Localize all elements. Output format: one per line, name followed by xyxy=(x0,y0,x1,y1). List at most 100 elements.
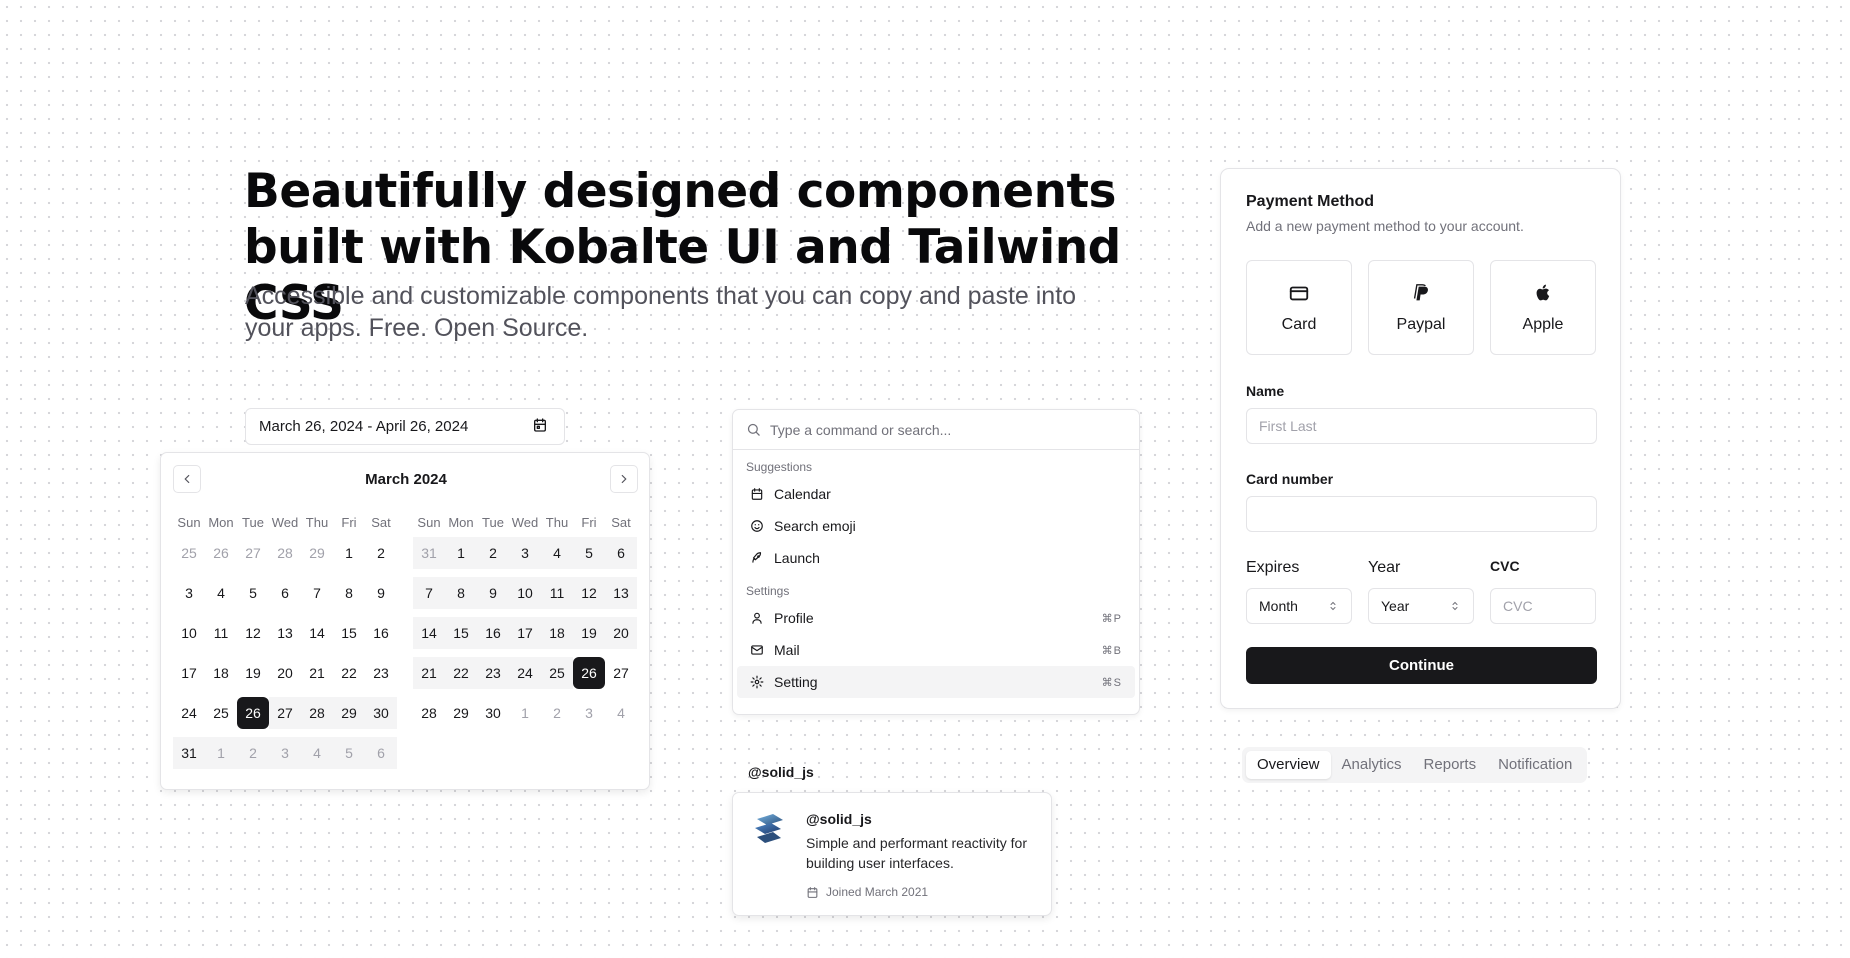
calendar-day[interactable]: 9 xyxy=(365,577,397,609)
calendar-day[interactable]: 14 xyxy=(301,617,333,649)
calendar-day[interactable]: 3 xyxy=(509,537,541,569)
calendar-day[interactable]: 5 xyxy=(573,537,605,569)
calendar-day[interactable]: 5 xyxy=(237,577,269,609)
command-item-launch[interactable]: Launch xyxy=(737,542,1135,574)
calendar-day[interactable]: 8 xyxy=(333,577,365,609)
calendar-day[interactable]: 25 xyxy=(173,537,205,569)
calendar-day[interactable]: 4 xyxy=(541,537,573,569)
calendar-day[interactable]: 20 xyxy=(605,617,637,649)
calendar-day[interactable]: 27 xyxy=(605,657,637,689)
calendar-day[interactable]: 11 xyxy=(205,617,237,649)
calendar-day[interactable]: 18 xyxy=(205,657,237,689)
calendar-day[interactable]: 2 xyxy=(237,737,269,769)
calendar-day[interactable]: 27 xyxy=(269,697,301,729)
year-select[interactable]: Year xyxy=(1368,588,1474,624)
calendar-day[interactable]: 4 xyxy=(605,697,637,729)
payment-option-card[interactable]: Card xyxy=(1246,260,1352,355)
calendar-day[interactable]: 4 xyxy=(301,737,333,769)
calendar-day[interactable]: 31 xyxy=(413,537,445,569)
calendar-day[interactable]: 13 xyxy=(605,577,637,609)
calendar-day[interactable]: 1 xyxy=(509,697,541,729)
name-field[interactable] xyxy=(1246,408,1597,444)
payment-option-paypal[interactable]: Paypal xyxy=(1368,260,1474,355)
payment-option-apple[interactable]: Apple xyxy=(1490,260,1596,355)
cvc-field[interactable] xyxy=(1490,588,1596,624)
tab-notification[interactable]: Notification xyxy=(1487,751,1583,779)
month-select[interactable]: Month xyxy=(1246,588,1352,624)
calendar-day[interactable]: 12 xyxy=(573,577,605,609)
calendar-day[interactable]: 16 xyxy=(365,617,397,649)
calendar-day[interactable]: 17 xyxy=(509,617,541,649)
calendar-day[interactable]: 8 xyxy=(445,577,477,609)
calendar-day[interactable]: 18 xyxy=(541,617,573,649)
calendar-day-selected[interactable]: 26 xyxy=(237,697,269,729)
calendar-day[interactable]: 24 xyxy=(173,697,205,729)
calendar-day[interactable]: 31 xyxy=(173,737,205,769)
calendar-day[interactable]: 15 xyxy=(445,617,477,649)
calendar-day[interactable]: 13 xyxy=(269,617,301,649)
calendar-day[interactable]: 4 xyxy=(205,577,237,609)
calendar-day[interactable]: 7 xyxy=(413,577,445,609)
calendar-day[interactable]: 1 xyxy=(445,537,477,569)
calendar-day[interactable]: 28 xyxy=(301,697,333,729)
calendar-day[interactable]: 2 xyxy=(477,537,509,569)
calendar-day[interactable]: 29 xyxy=(333,697,365,729)
command-item-setting[interactable]: Setting ⌘S xyxy=(737,666,1135,698)
calendar-day[interactable]: 10 xyxy=(173,617,205,649)
calendar-day[interactable]: 11 xyxy=(541,577,573,609)
calendar-day[interactable]: 21 xyxy=(413,657,445,689)
calendar-day[interactable]: 30 xyxy=(365,697,397,729)
calendar-day[interactable]: 21 xyxy=(301,657,333,689)
calendar-day[interactable]: 3 xyxy=(173,577,205,609)
calendar-day[interactable]: 27 xyxy=(237,537,269,569)
calendar-day[interactable]: 19 xyxy=(573,617,605,649)
calendar-day[interactable]: 15 xyxy=(333,617,365,649)
calendar-day[interactable]: 7 xyxy=(301,577,333,609)
calendar-day[interactable]: 25 xyxy=(205,697,237,729)
calendar-day[interactable]: 24 xyxy=(509,657,541,689)
calendar-day-selected[interactable]: 26 xyxy=(573,657,605,689)
calendar-day[interactable]: 29 xyxy=(301,537,333,569)
calendar-day[interactable]: 2 xyxy=(541,697,573,729)
calendar-day[interactable]: 17 xyxy=(173,657,205,689)
command-item-search-emoji[interactable]: Search emoji xyxy=(737,510,1135,542)
calendar-day[interactable]: 2 xyxy=(365,537,397,569)
calendar-day[interactable]: 25 xyxy=(541,657,573,689)
calendar-day[interactable]: 30 xyxy=(477,697,509,729)
hover-card-trigger[interactable]: @solid_js xyxy=(748,764,814,780)
calendar-day[interactable]: 1 xyxy=(333,537,365,569)
calendar-day[interactable]: 28 xyxy=(413,697,445,729)
calendar-day[interactable]: 22 xyxy=(333,657,365,689)
tab-analytics[interactable]: Analytics xyxy=(1331,751,1413,779)
command-search-input[interactable] xyxy=(770,421,1110,438)
date-range-trigger[interactable]: March 26, 2024 - April 26, 2024 xyxy=(245,408,565,445)
calendar-day[interactable]: 28 xyxy=(269,537,301,569)
calendar-day[interactable]: 5 xyxy=(333,737,365,769)
calendar-day[interactable]: 14 xyxy=(413,617,445,649)
calendar-day[interactable]: 10 xyxy=(509,577,541,609)
next-month-button[interactable] xyxy=(610,465,638,493)
command-item-calendar[interactable]: Calendar xyxy=(737,478,1135,510)
calendar-day[interactable]: 6 xyxy=(269,577,301,609)
calendar-day[interactable]: 23 xyxy=(365,657,397,689)
card-number-field[interactable] xyxy=(1246,496,1597,532)
continue-button[interactable]: Continue xyxy=(1246,647,1597,684)
calendar-day[interactable]: 6 xyxy=(605,537,637,569)
calendar-day[interactable]: 3 xyxy=(269,737,301,769)
tab-reports[interactable]: Reports xyxy=(1413,751,1488,779)
calendar-day[interactable]: 1 xyxy=(205,737,237,769)
calendar-day[interactable]: 16 xyxy=(477,617,509,649)
calendar-day[interactable]: 6 xyxy=(365,737,397,769)
tab-overview[interactable]: Overview xyxy=(1246,751,1331,779)
calendar-day[interactable]: 22 xyxy=(445,657,477,689)
calendar-day[interactable]: 23 xyxy=(477,657,509,689)
calendar-day[interactable]: 3 xyxy=(573,697,605,729)
calendar-day[interactable]: 26 xyxy=(205,537,237,569)
command-item-profile[interactable]: Profile ⌘P xyxy=(737,602,1135,634)
command-item-mail[interactable]: Mail ⌘B xyxy=(737,634,1135,666)
calendar-day[interactable]: 19 xyxy=(237,657,269,689)
calendar-day[interactable]: 20 xyxy=(269,657,301,689)
calendar-day[interactable]: 29 xyxy=(445,697,477,729)
calendar-day[interactable]: 9 xyxy=(477,577,509,609)
calendar-day[interactable]: 12 xyxy=(237,617,269,649)
